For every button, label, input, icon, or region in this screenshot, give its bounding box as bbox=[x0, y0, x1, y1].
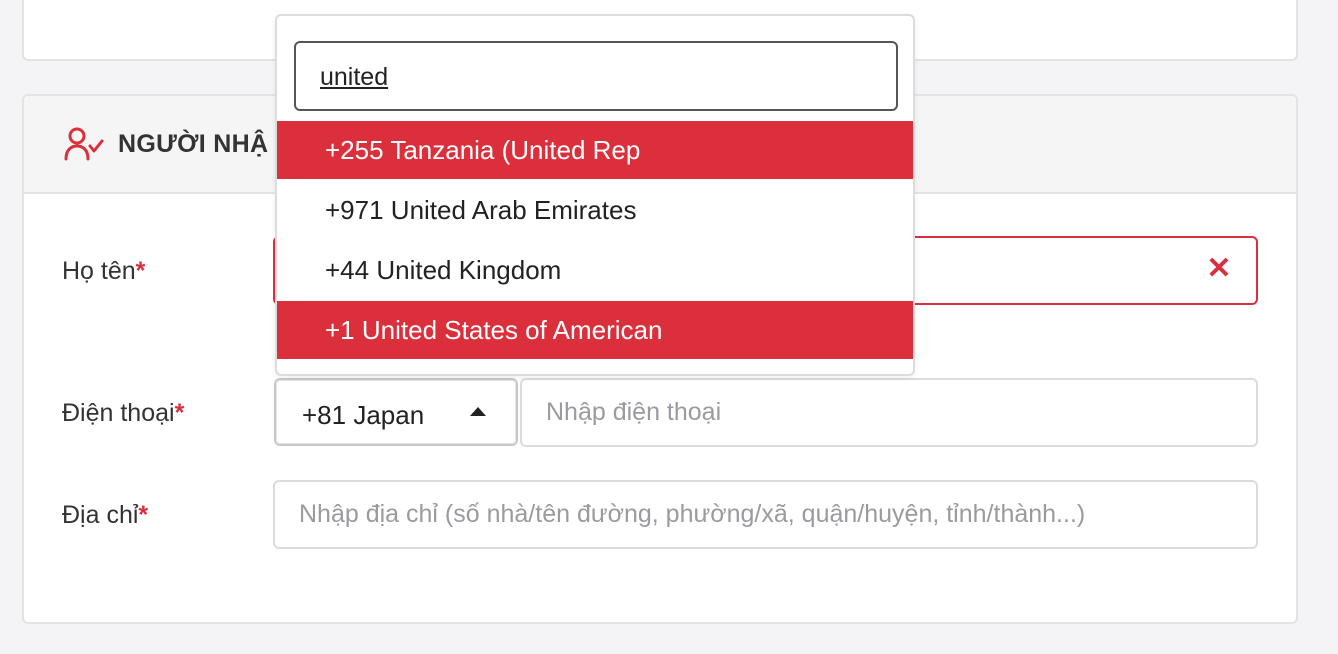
country-search-input[interactable]: united bbox=[294, 41, 898, 111]
country-option-label: +1 United States of American bbox=[325, 315, 663, 345]
required-mark: * bbox=[135, 257, 146, 285]
user-check-icon bbox=[64, 127, 104, 161]
country-option[interactable]: +971 United Arab Emirates bbox=[277, 181, 913, 239]
name-label: Họ tên* bbox=[62, 257, 145, 286]
country-code-select[interactable]: +81 Japan bbox=[274, 378, 518, 446]
close-icon[interactable]: ✕ bbox=[1204, 254, 1234, 284]
country-option[interactable]: +44 United Kingdom bbox=[277, 241, 913, 299]
address-label-text: Địa chỉ bbox=[62, 501, 139, 529]
required-mark: * bbox=[138, 501, 149, 529]
country-option[interactable]: +1 United States of American bbox=[277, 301, 913, 359]
phone-label-text: Điện thoại bbox=[62, 399, 175, 427]
country-search-value: united bbox=[320, 63, 389, 91]
phone-label: Điện thoại* bbox=[62, 399, 184, 428]
phone-placeholder: Nhập điện thoại bbox=[546, 398, 722, 426]
caret-up-icon bbox=[470, 407, 486, 416]
address-label: Địa chỉ* bbox=[62, 501, 148, 530]
country-code-value: +81 Japan bbox=[302, 400, 425, 430]
country-option-label: +44 United Kingdom bbox=[325, 255, 562, 285]
section-title: NGƯỜI NHẬ bbox=[118, 129, 269, 158]
address-input[interactable]: Nhập địa chỉ (số nhà/tên đường, phường/x… bbox=[273, 480, 1258, 549]
country-dropdown: united +255 Tanzania (United Rep +971 Un… bbox=[275, 14, 915, 376]
country-option-label: +971 United Arab Emirates bbox=[325, 195, 637, 225]
required-mark: * bbox=[174, 399, 185, 427]
address-placeholder: Nhập địa chỉ (số nhà/tên đường, phường/x… bbox=[299, 500, 1086, 528]
country-option[interactable]: +255 Tanzania (United Rep bbox=[277, 121, 913, 179]
country-option-label: +255 Tanzania (United Rep bbox=[325, 135, 641, 165]
name-label-text: Họ tên bbox=[62, 257, 136, 285]
phone-input[interactable]: Nhập điện thoại bbox=[520, 378, 1258, 447]
